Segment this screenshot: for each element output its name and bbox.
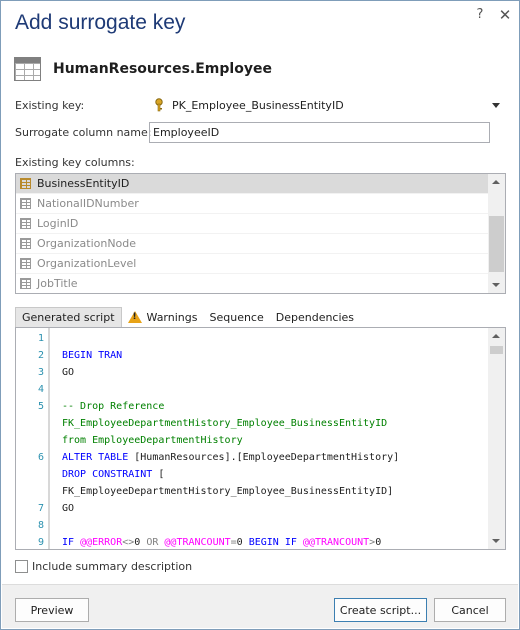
code-line: from EmployeeDepartmentHistory: [62, 435, 243, 446]
code-line: -- Drop Reference: [62, 401, 165, 412]
list-item[interactable]: NationalIDNumber: [16, 194, 505, 214]
tab-generated-script[interactable]: Generated script: [15, 307, 122, 327]
chevron-down-icon[interactable]: [492, 103, 500, 108]
key-column-icon: [20, 178, 31, 189]
existing-key-label: Existing key:: [15, 99, 85, 112]
cancel-button[interactable]: Cancel: [434, 598, 506, 622]
script-tabs: Generated script Warnings Sequence Depen…: [15, 307, 360, 327]
column-icon: [20, 258, 31, 269]
help-button[interactable]: ?: [471, 7, 489, 22]
code-line: GO: [62, 503, 75, 514]
code-line: ALTER TABLE [HumanResources].[EmployeeDe…: [62, 452, 400, 463]
line-number: 7: [37, 503, 44, 514]
scroll-down-icon[interactable]: [492, 539, 500, 543]
editor-scrollbar[interactable]: [488, 328, 505, 549]
code-line: BEGIN TRAN: [62, 350, 123, 361]
list-item[interactable]: OrganizationNode: [16, 234, 505, 254]
line-number: 1: [37, 333, 44, 344]
list-item[interactable]: OrganizationLevel: [16, 254, 505, 274]
code-line: GO: [62, 367, 75, 378]
preview-button[interactable]: Preview: [15, 598, 89, 622]
create-script-button[interactable]: Create script...: [334, 598, 427, 622]
warning-icon: [127, 311, 142, 323]
line-number: 3: [37, 367, 44, 378]
line-number: 2: [37, 350, 44, 361]
key-icon: [155, 98, 163, 112]
surrogate-column-input[interactable]: EmployeeID: [149, 122, 490, 143]
tab-sequence[interactable]: Sequence: [203, 307, 269, 327]
line-number: 9: [37, 537, 44, 548]
tab-dependencies[interactable]: Dependencies: [270, 307, 360, 327]
include-summary-option[interactable]: Include summary description: [15, 560, 192, 573]
line-number: 6: [37, 452, 44, 463]
scroll-thumb[interactable]: [489, 216, 504, 272]
list-item[interactable]: JobTitle: [16, 274, 505, 293]
button-bar: Preview Create script... Cancel: [2, 584, 518, 628]
line-number: 4: [37, 384, 44, 395]
scroll-thumb[interactable]: [490, 346, 503, 354]
object-name: HumanResources.Employee: [53, 61, 272, 77]
surrogate-column-label: Surrogate column name:: [15, 126, 152, 139]
scroll-up-icon[interactable]: [492, 334, 500, 338]
key-columns-label: Existing key columns:: [15, 156, 135, 169]
existing-key-value: PK_Employee_BusinessEntityID: [172, 99, 344, 112]
dialog-title: Add surrogate key: [15, 11, 186, 34]
line-number: 8: [37, 520, 44, 531]
close-button[interactable]: ✕: [496, 6, 514, 24]
column-icon: [20, 278, 31, 289]
list-item[interactable]: LoginID: [16, 214, 505, 234]
column-icon: [20, 238, 31, 249]
scroll-down-icon[interactable]: [492, 283, 500, 287]
code-line: FK_EmployeeDepartmentHistory_Employee_Bu…: [62, 486, 394, 497]
code-line: IF @@ERROR<>0 OR @@TRANCOUNT=0 BEGIN IF …: [62, 537, 382, 548]
existing-key-dropdown[interactable]: PK_Employee_BusinessEntityID: [149, 94, 505, 116]
line-number: 5: [37, 401, 44, 412]
script-editor[interactable]: 1 2 3 4 5 6 7 8 9 BEGIN TRAN GO -- Drop …: [15, 327, 506, 550]
include-summary-checkbox[interactable]: [15, 560, 28, 573]
table-icon: [14, 57, 41, 81]
key-columns-list[interactable]: BusinessEntityID NationalIDNumber LoginI…: [15, 173, 506, 294]
code-line: DROP CONSTRAINT [: [62, 469, 165, 480]
column-icon: [20, 218, 31, 229]
list-item[interactable]: BusinessEntityID: [16, 174, 505, 194]
list-scrollbar[interactable]: [488, 174, 505, 293]
line-number-gutter: 1 2 3 4 5 6 7 8 9: [16, 328, 50, 549]
code-line: FK_EmployeeDepartmentHistory_Employee_Bu…: [62, 418, 388, 429]
tab-warnings[interactable]: Warnings: [122, 307, 204, 327]
scroll-up-icon[interactable]: [492, 180, 500, 184]
dialog-window: Add surrogate key ? ✕ HumanResources.Emp…: [0, 0, 520, 630]
column-icon: [20, 198, 31, 209]
include-summary-label: Include summary description: [32, 560, 193, 573]
